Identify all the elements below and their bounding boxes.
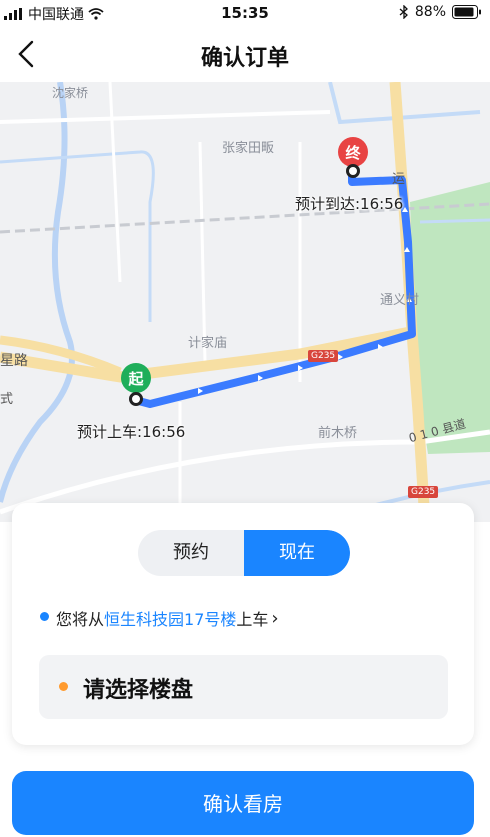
pickup-prefix: 您将从: [56, 610, 105, 629]
page-title: 确认订单: [200, 46, 289, 71]
canal-east: [419, 218, 490, 224]
destination-marker: [346, 164, 360, 178]
route-map[interactable]: 沈家桥 张家田畈 计家庙 前木桥 通义村 星路 式 运 0 1 0 县道 G23…: [0, 82, 490, 522]
origin-marker: [129, 392, 143, 406]
navigation-bar: 确认订单: [0, 28, 490, 82]
destination-dot-icon: [59, 682, 68, 691]
status-bar: 中国联通 15:35 88%: [0, 0, 490, 28]
battery-percent: 88%: [414, 4, 446, 20]
map-place-label: 计家庙: [188, 336, 228, 351]
pickup-place: 恒生科技园17号楼: [104, 610, 237, 629]
road-badge: G235: [308, 350, 339, 362]
map-place-label: 运: [392, 172, 406, 187]
road-badge: G235: [408, 486, 439, 498]
destination-pin: 终: [338, 137, 368, 167]
canal: [0, 150, 155, 322]
time-mode-segment: 预约 现在: [138, 530, 350, 576]
canal-north: [328, 82, 481, 125]
river: [0, 82, 75, 503]
map-place-label: 星路: [0, 353, 28, 369]
bluetooth-icon: [399, 5, 408, 19]
road: [198, 141, 207, 363]
pickup-dot-icon: [40, 612, 49, 621]
building-select-placeholder: 请选择楼盘: [83, 678, 194, 703]
pickup-suffix: 上车: [236, 610, 269, 629]
segment-option-now[interactable]: 现在: [244, 530, 350, 576]
chevron-right-icon: ›: [271, 607, 279, 629]
origin-pin: 起: [121, 363, 151, 393]
map-place-label: 沈家桥: [52, 86, 89, 100]
map-place-label: 前木桥: [318, 426, 358, 441]
map-place-label: 式: [0, 392, 14, 407]
pickup-info[interactable]: 您将从 恒生科技园17号楼 上车 ›: [40, 606, 279, 630]
pickup-eta: 预计上车:16:56: [77, 423, 186, 441]
road: [0, 110, 331, 124]
status-right: 88%: [399, 4, 482, 20]
map-place-label: 张家田畈: [222, 141, 275, 156]
segment-option-reserve[interactable]: 预约: [138, 530, 244, 576]
battery-icon: [452, 5, 481, 19]
confirm-button[interactable]: 确认看房: [12, 771, 474, 835]
building-select[interactable]: 请选择楼盘: [39, 655, 448, 719]
map-place-label: 通义村: [380, 293, 420, 308]
arrival-eta: 预计到达:16:56: [295, 195, 404, 213]
road: [108, 82, 122, 283]
order-card: 预约 现在 您将从 恒生科技园17号楼 上车 › 请选择楼盘: [12, 503, 474, 745]
